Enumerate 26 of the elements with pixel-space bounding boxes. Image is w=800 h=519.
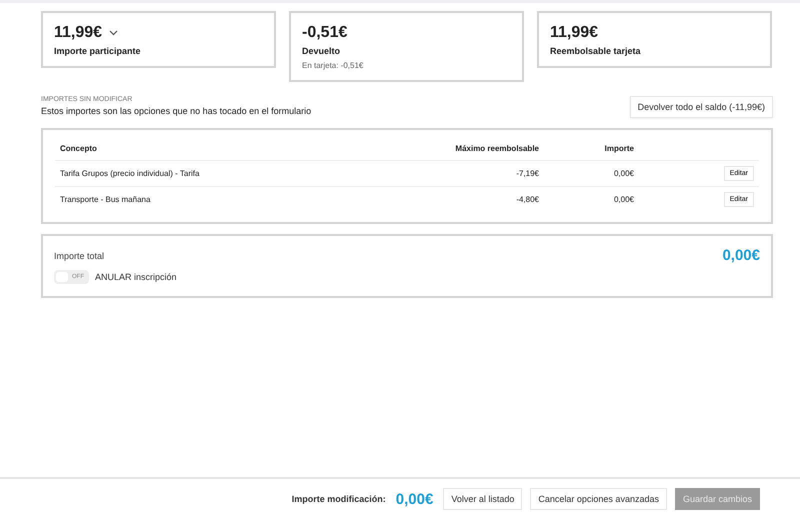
table-cell: Tarifa Grupos (precio individual) - Tarifa xyxy=(55,160,356,186)
column-header: Concepto xyxy=(55,137,356,160)
card-label: Importe participante xyxy=(54,46,142,56)
modification-label: Importe modificación: xyxy=(292,494,386,504)
card-label: Reembolsable tarjeta xyxy=(550,46,642,56)
column-header: Máximo reembolsable xyxy=(356,137,544,160)
total-amount: 0,00€ xyxy=(722,247,760,264)
table-cell: Transporte - Bus mañana xyxy=(55,186,356,212)
card-label: Devuelto xyxy=(302,46,342,56)
toggle-label: ANULAR inscripción xyxy=(95,272,177,282)
card-note: En tarjeta: -0,51€ xyxy=(302,61,364,70)
modification-amount: 0,00€ xyxy=(396,490,434,508)
total-label: Importe total xyxy=(54,250,104,260)
table-cell: -7,19€ xyxy=(356,160,544,186)
footer-button[interactable]: Cancelar opciones avanzadas xyxy=(530,488,667,510)
column-header: Importe xyxy=(544,137,639,160)
table-cell: -4,80€ xyxy=(356,186,544,212)
section-description: Estos importes son las opciones que no has tocado en el formulario xyxy=(41,106,312,116)
table-cell: 0,00€ xyxy=(544,186,639,212)
table-cell: 0,00€ xyxy=(544,160,639,186)
refund-all-button[interactable]: Devolver todo el saldo (-11,99€) xyxy=(630,96,773,118)
footer-button[interactable]: Volver al listado xyxy=(443,488,522,510)
card-amount: 11,99€ xyxy=(550,24,598,42)
chevron-down-icon[interactable] xyxy=(109,30,118,36)
card-amount: -0,51€ xyxy=(302,24,348,42)
card-amount: 11,99€ xyxy=(54,24,102,42)
